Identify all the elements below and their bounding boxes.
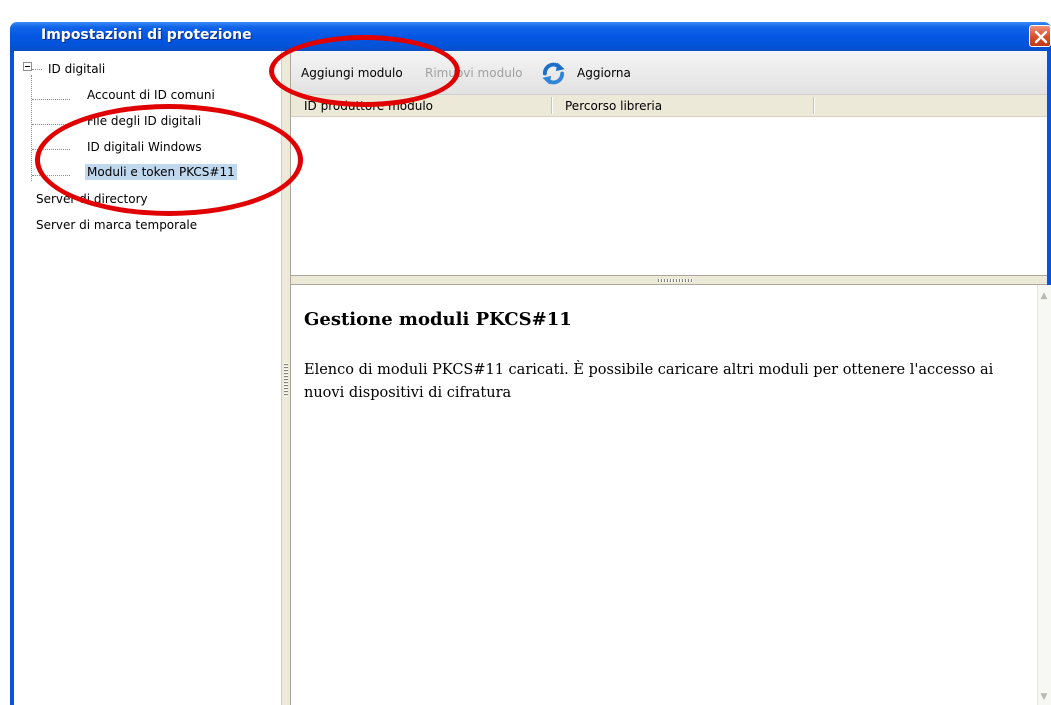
refresh-icon[interactable] xyxy=(541,61,566,86)
tree-collapse-toggle[interactable] xyxy=(23,62,32,71)
remove-module-button[interactable]: Rimuovi modulo xyxy=(425,66,523,80)
tree-item-account-id-comuni[interactable]: Account di ID comuni xyxy=(87,87,215,103)
tree-connector xyxy=(32,69,42,70)
description-pane xyxy=(291,285,1037,705)
tree-item-id-digitali[interactable]: ID digitali xyxy=(48,61,105,77)
close-button[interactable] xyxy=(1029,25,1051,47)
tree-item-server-directory[interactable]: Server di directory xyxy=(36,191,148,207)
window-title: Impostazioni di protezione xyxy=(41,27,252,43)
tree-connector xyxy=(31,75,32,181)
description-text: Elenco di moduli PKCS#11 caricati. È pos… xyxy=(304,362,994,401)
tree-item-moduli-token-pkcs11[interactable]: Moduli e token PKCS#11 xyxy=(85,164,237,180)
add-module-button[interactable]: Aggiungi modulo xyxy=(301,66,403,80)
close-icon xyxy=(1034,30,1048,44)
splitter-grip[interactable] xyxy=(658,279,694,282)
description-title: Gestione moduli PKCS#11 xyxy=(304,309,572,330)
column-separator[interactable] xyxy=(551,97,553,114)
column-header-vendor-id[interactable]: ID produttore modulo xyxy=(304,99,433,113)
splitter-grip[interactable] xyxy=(284,363,288,397)
toolbar xyxy=(291,51,1047,95)
scroll-down-icon[interactable]: ▼ xyxy=(1038,690,1050,704)
column-separator[interactable] xyxy=(813,97,815,114)
tree-connector xyxy=(32,149,70,150)
window-titlebar[interactable]: Impostazioni di protezione xyxy=(10,22,1051,51)
scroll-up-icon[interactable]: ▲ xyxy=(1038,289,1050,303)
description-scrollbar[interactable] xyxy=(1037,285,1051,705)
tree-connector xyxy=(32,124,70,125)
tree-item-id-digitali-windows[interactable]: ID digitali Windows xyxy=(87,139,202,155)
tree-item-file-id-digitali[interactable]: File degli ID digitali xyxy=(87,113,201,129)
module-list[interactable] xyxy=(291,117,1047,275)
column-header-library-path[interactable]: Percorso libreria xyxy=(565,99,662,113)
tree-connector xyxy=(32,175,70,176)
refresh-button[interactable]: Aggiorna xyxy=(577,66,631,80)
tree-connector xyxy=(32,99,70,100)
tree-item-server-marca-temporale[interactable]: Server di marca temporale xyxy=(36,217,197,233)
